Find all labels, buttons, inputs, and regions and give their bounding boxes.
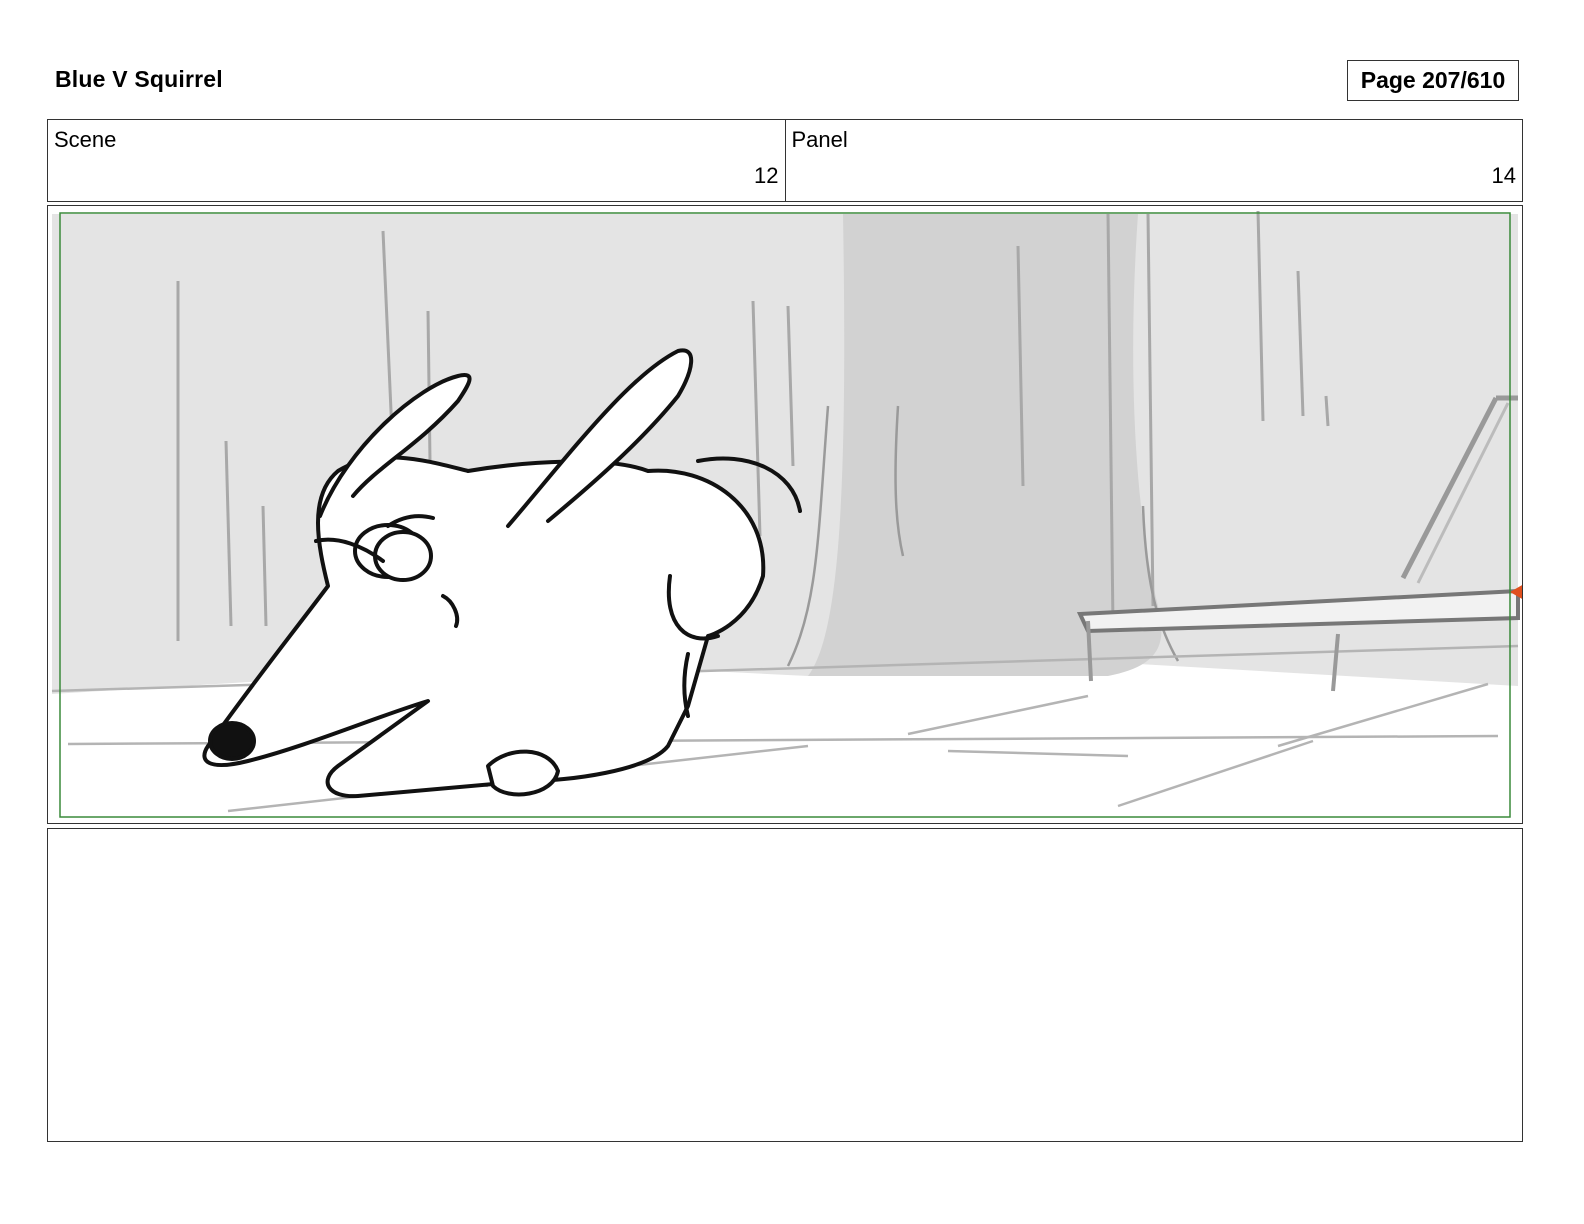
scene-label: Scene xyxy=(54,127,117,152)
storyboard-sketch xyxy=(51,210,1522,818)
panel-label: Panel xyxy=(791,127,848,152)
panel-number: 14 xyxy=(1491,163,1516,188)
scene-panel-info: Scene 12 Panel 14 xyxy=(47,119,1523,202)
scene-number: 12 xyxy=(754,163,779,188)
panel-cell: Panel 14 xyxy=(784,120,1523,201)
panel-notes-box xyxy=(47,828,1523,1142)
storyboard-panel-frame xyxy=(47,205,1523,824)
project-title: Blue V Squirrel xyxy=(55,66,223,92)
page-number-box: Page 207/610 xyxy=(1347,60,1519,101)
scene-cell: Scene 12 xyxy=(48,120,785,201)
